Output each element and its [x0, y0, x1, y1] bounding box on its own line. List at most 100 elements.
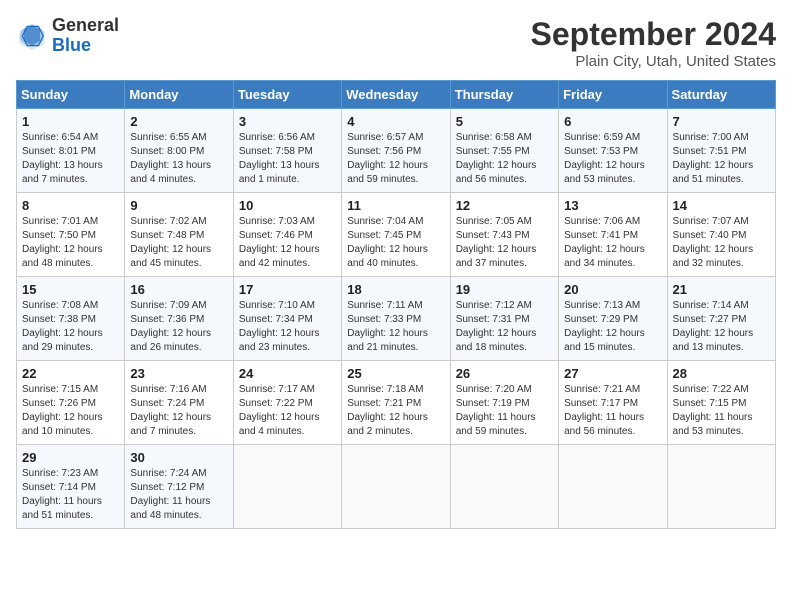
day-number: 8	[22, 198, 119, 213]
calendar-day-cell: 23 Sunrise: 7:16 AMSunset: 7:24 PMDayligh…	[125, 361, 233, 445]
calendar-day-cell: 29 Sunrise: 7:23 AMSunset: 7:14 PMDayligh…	[17, 445, 125, 529]
calendar-day-cell: 7 Sunrise: 7:00 AMSunset: 7:51 PMDaylight…	[667, 109, 775, 193]
calendar-day-cell: 13 Sunrise: 7:06 AMSunset: 7:41 PMDayligh…	[559, 193, 667, 277]
day-info: Sunrise: 7:24 AMSunset: 7:12 PMDaylight:…	[130, 467, 227, 523]
calendar-week-row: 15 Sunrise: 7:08 AMSunset: 7:38 PMDayligh…	[17, 277, 776, 361]
logo-general: General	[52, 15, 119, 35]
day-number: 13	[564, 198, 661, 213]
day-info: Sunrise: 6:59 AMSunset: 7:53 PMDaylight:…	[564, 131, 661, 187]
day-info: Sunrise: 7:03 AMSunset: 7:46 PMDaylight:…	[239, 215, 336, 271]
day-info: Sunrise: 7:01 AMSunset: 7:50 PMDaylight:…	[22, 215, 119, 271]
day-number: 4	[347, 114, 444, 129]
day-info: Sunrise: 7:16 AMSunset: 7:24 PMDaylight:…	[130, 383, 227, 439]
day-info: Sunrise: 7:15 AMSunset: 7:26 PMDaylight:…	[22, 383, 119, 439]
day-info: Sunrise: 6:58 AMSunset: 7:55 PMDaylight:…	[456, 131, 553, 187]
calendar-header-row: SundayMondayTuesdayWednesdayThursdayFrid…	[17, 81, 776, 109]
calendar-day-cell: 18 Sunrise: 7:11 AMSunset: 7:33 PMDayligh…	[342, 277, 450, 361]
day-info: Sunrise: 7:09 AMSunset: 7:36 PMDaylight:…	[130, 299, 227, 355]
location-title: Plain City, Utah, United States	[531, 53, 776, 70]
calendar-day-cell: 22 Sunrise: 7:15 AMSunset: 7:26 PMDayligh…	[17, 361, 125, 445]
day-number: 7	[673, 114, 770, 129]
calendar-day-cell: 17Sunrise: 7:10 AMSunset: 7:34 PMDayligh…	[233, 277, 341, 361]
calendar-day-cell: 8 Sunrise: 7:01 AMSunset: 7:50 PMDaylight…	[17, 193, 125, 277]
calendar-day-cell: 30 Sunrise: 7:24 AMSunset: 7:12 PMDayligh…	[125, 445, 233, 529]
day-info: Sunrise: 7:02 AMSunset: 7:48 PMDaylight:…	[130, 215, 227, 271]
day-info: Sunrise: 7:14 AMSunset: 7:27 PMDaylight:…	[673, 299, 770, 355]
calendar-day-cell: 12 Sunrise: 7:05 AMSunset: 7:43 PMDayligh…	[450, 193, 558, 277]
day-info: Sunrise: 7:18 AMSunset: 7:21 PMDaylight:…	[347, 383, 444, 439]
calendar-day-cell: 24Sunrise: 7:17 AMSunset: 7:22 PMDayligh…	[233, 361, 341, 445]
day-info: Sunrise: 7:12 AMSunset: 7:31 PMDaylight:…	[456, 299, 553, 355]
day-info: Sunrise: 7:23 AMSunset: 7:14 PMDaylight:…	[22, 467, 119, 523]
calendar-day-cell: 28Sunrise: 7:22 AMSunset: 7:15 PMDayligh…	[667, 361, 775, 445]
day-header-sunday: Sunday	[17, 81, 125, 109]
calendar-day-cell: 2Sunrise: 6:55 AMSunset: 8:00 PMDaylight…	[125, 109, 233, 193]
day-number: 5	[456, 114, 553, 129]
day-number: 14	[673, 198, 770, 213]
calendar-day-cell: 20 Sunrise: 7:13 AMSunset: 7:29 PMDayligh…	[559, 277, 667, 361]
calendar-week-row: 1 Sunrise: 6:54 AMSunset: 8:01 PMDaylight…	[17, 109, 776, 193]
day-info: Sunrise: 6:57 AMSunset: 7:56 PMDaylight:…	[347, 131, 444, 187]
day-info: Sunrise: 7:13 AMSunset: 7:29 PMDaylight:…	[564, 299, 661, 355]
calendar-day-cell: 25Sunrise: 7:18 AMSunset: 7:21 PMDayligh…	[342, 361, 450, 445]
calendar-day-cell: 19 Sunrise: 7:12 AMSunset: 7:31 PMDayligh…	[450, 277, 558, 361]
day-number: 10	[239, 198, 336, 213]
page-header: General Blue September 2024 Plain City, …	[16, 16, 776, 70]
day-header-tuesday: Tuesday	[233, 81, 341, 109]
day-number: 21	[673, 282, 770, 297]
day-number: 30	[130, 450, 227, 465]
day-info: Sunrise: 7:08 AMSunset: 7:38 PMDaylight:…	[22, 299, 119, 355]
day-number: 15	[22, 282, 119, 297]
empty-cell	[233, 445, 341, 529]
day-info: Sunrise: 7:21 AMSunset: 7:17 PMDaylight:…	[564, 383, 661, 439]
calendar-day-cell: 16Sunrise: 7:09 AMSunset: 7:36 PMDayligh…	[125, 277, 233, 361]
day-number: 20	[564, 282, 661, 297]
day-number: 1	[22, 114, 119, 129]
day-number: 18	[347, 282, 444, 297]
calendar-day-cell: 9Sunrise: 7:02 AMSunset: 7:48 PMDaylight…	[125, 193, 233, 277]
day-number: 23	[130, 366, 227, 381]
calendar-table: SundayMondayTuesdayWednesdayThursdayFrid…	[16, 80, 776, 529]
calendar-day-cell: 26Sunrise: 7:20 AMSunset: 7:19 PMDayligh…	[450, 361, 558, 445]
calendar-day-cell: 27 Sunrise: 7:21 AMSunset: 7:17 PMDayligh…	[559, 361, 667, 445]
empty-cell	[667, 445, 775, 529]
empty-cell	[342, 445, 450, 529]
day-info: Sunrise: 7:06 AMSunset: 7:41 PMDaylight:…	[564, 215, 661, 271]
day-number: 22	[22, 366, 119, 381]
day-number: 2	[130, 114, 227, 129]
calendar-day-cell: 14 Sunrise: 7:07 AMSunset: 7:40 PMDayligh…	[667, 193, 775, 277]
day-number: 17	[239, 282, 336, 297]
day-number: 19	[456, 282, 553, 297]
calendar-day-cell: 21 Sunrise: 7:14 AMSunset: 7:27 PMDayligh…	[667, 277, 775, 361]
day-header-friday: Friday	[559, 81, 667, 109]
day-number: 6	[564, 114, 661, 129]
day-number: 26	[456, 366, 553, 381]
calendar-day-cell: 3 Sunrise: 6:56 AMSunset: 7:58 PMDaylight…	[233, 109, 341, 193]
day-number: 27	[564, 366, 661, 381]
day-info: Sunrise: 7:05 AMSunset: 7:43 PMDaylight:…	[456, 215, 553, 271]
calendar-week-row: 8 Sunrise: 7:01 AMSunset: 7:50 PMDaylight…	[17, 193, 776, 277]
day-number: 24	[239, 366, 336, 381]
calendar-day-cell: 11 Sunrise: 7:04 AMSunset: 7:45 PMDayligh…	[342, 193, 450, 277]
day-info: Sunrise: 7:04 AMSunset: 7:45 PMDaylight:…	[347, 215, 444, 271]
day-number: 12	[456, 198, 553, 213]
day-number: 11	[347, 198, 444, 213]
calendar-week-row: 29 Sunrise: 7:23 AMSunset: 7:14 PMDayligh…	[17, 445, 776, 529]
logo-blue: Blue	[52, 35, 91, 55]
day-info: Sunrise: 7:11 AMSunset: 7:33 PMDaylight:…	[347, 299, 444, 355]
empty-cell	[559, 445, 667, 529]
logo: General Blue	[16, 16, 119, 56]
day-header-wednesday: Wednesday	[342, 81, 450, 109]
day-info: Sunrise: 6:56 AMSunset: 7:58 PMDaylight:…	[239, 131, 336, 187]
day-number: 29	[22, 450, 119, 465]
calendar-day-cell: 10 Sunrise: 7:03 AMSunset: 7:46 PMDayligh…	[233, 193, 341, 277]
logo-icon	[16, 20, 48, 52]
day-header-monday: Monday	[125, 81, 233, 109]
calendar-day-cell: 4 Sunrise: 6:57 AMSunset: 7:56 PMDaylight…	[342, 109, 450, 193]
calendar-day-cell: 15 Sunrise: 7:08 AMSunset: 7:38 PMDayligh…	[17, 277, 125, 361]
day-info: Sunrise: 6:54 AMSunset: 8:01 PMDaylight:…	[22, 131, 119, 187]
day-number: 3	[239, 114, 336, 129]
day-info: Sunrise: 7:07 AMSunset: 7:40 PMDaylight:…	[673, 215, 770, 271]
month-title: September 2024	[531, 16, 776, 53]
day-info: Sunrise: 7:00 AMSunset: 7:51 PMDaylight:…	[673, 131, 770, 187]
